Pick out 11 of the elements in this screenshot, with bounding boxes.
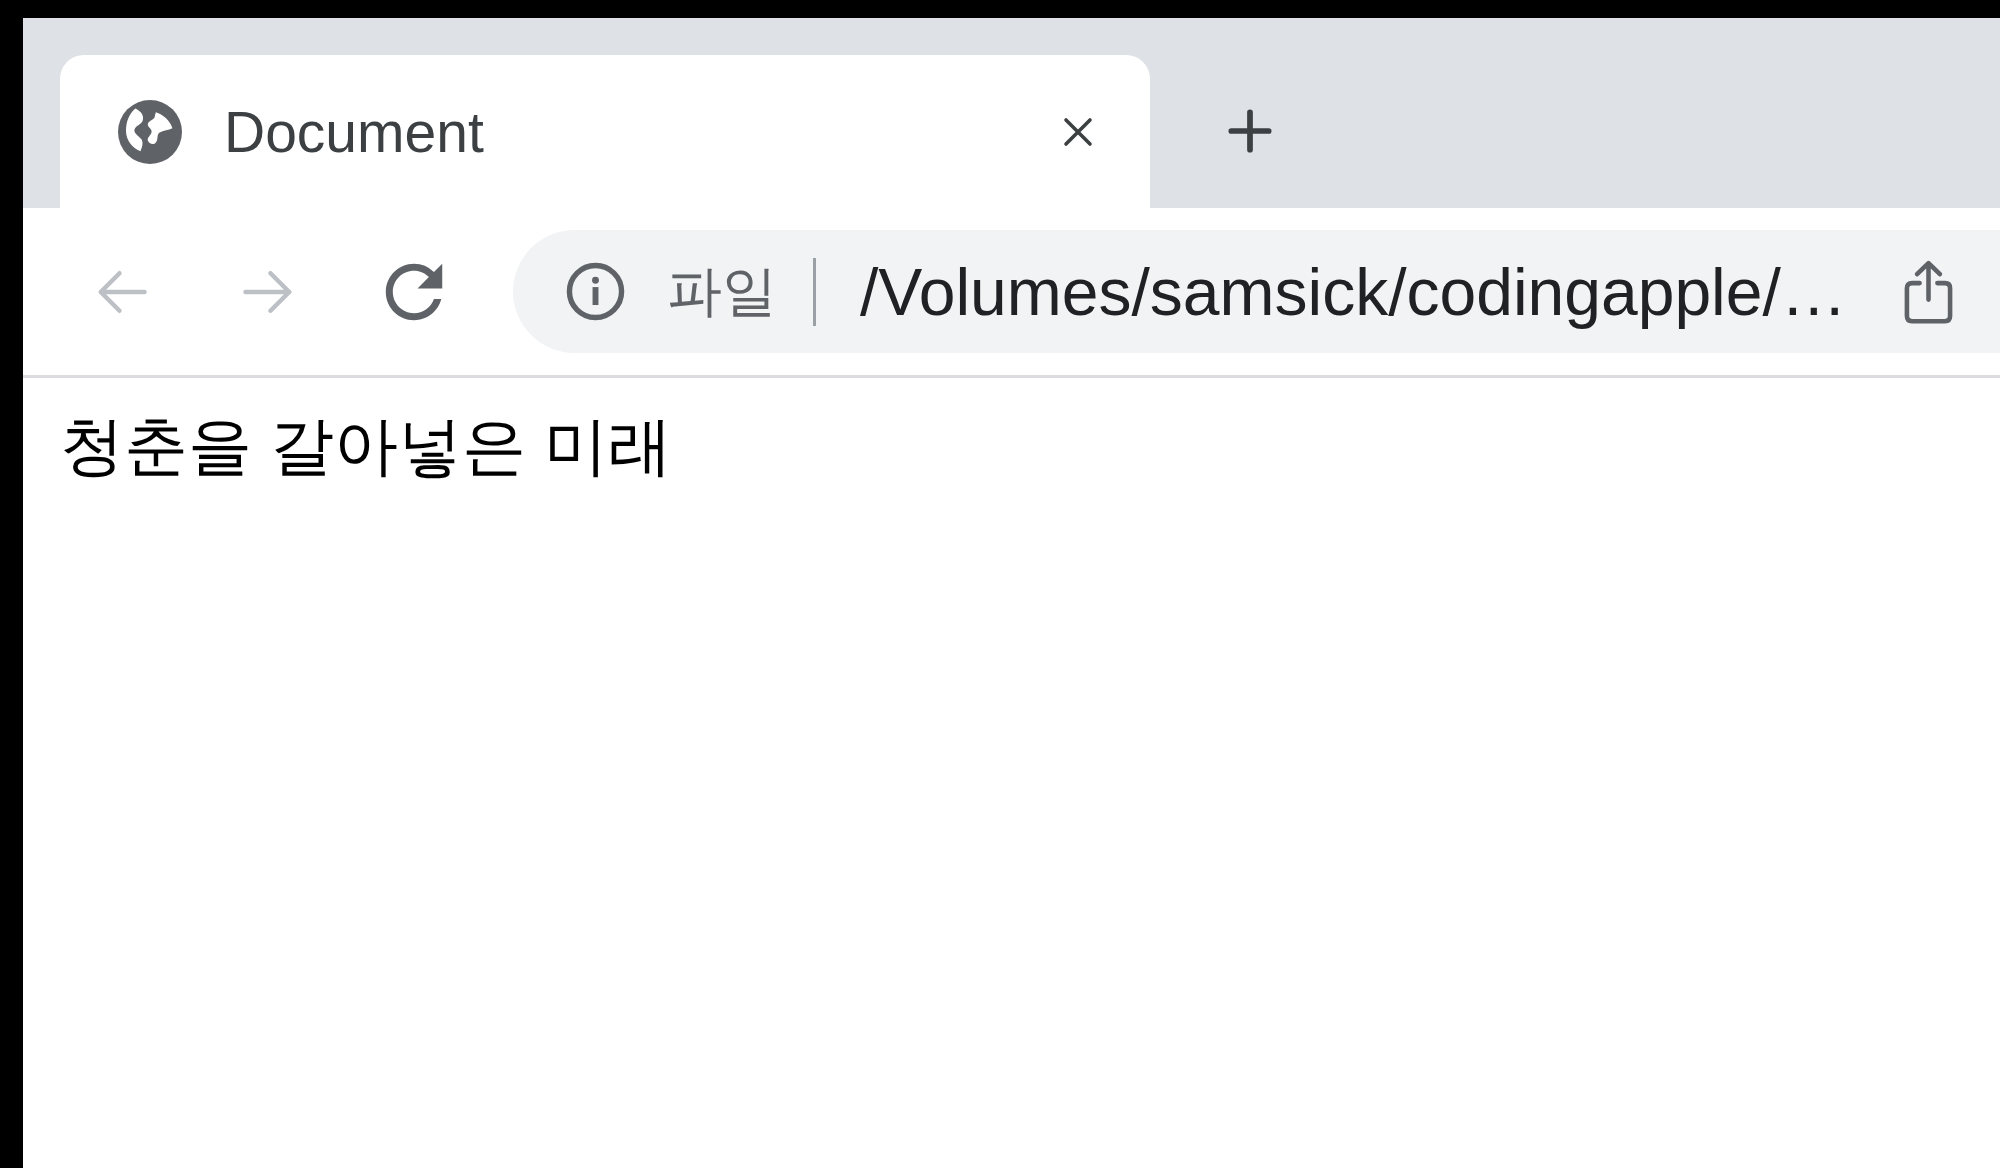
share-icon[interactable] [1903,258,1954,325]
address-bar[interactable]: 파일 /Volumes/samsick/codingapple/… [513,230,2000,353]
info-icon[interactable] [566,262,625,321]
url-text: /Volumes/samsick/codingapple/… [860,253,1847,330]
reload-icon[interactable] [384,261,444,322]
scheme-label: 파일 [667,258,777,324]
close-icon[interactable] [1063,116,1093,147]
globe-icon [118,99,182,164]
browser-tab[interactable]: Document [60,55,1150,208]
page-text: 청춘을 갈아넣은 미래 [60,409,673,484]
plus-icon[interactable] [1228,109,1272,153]
